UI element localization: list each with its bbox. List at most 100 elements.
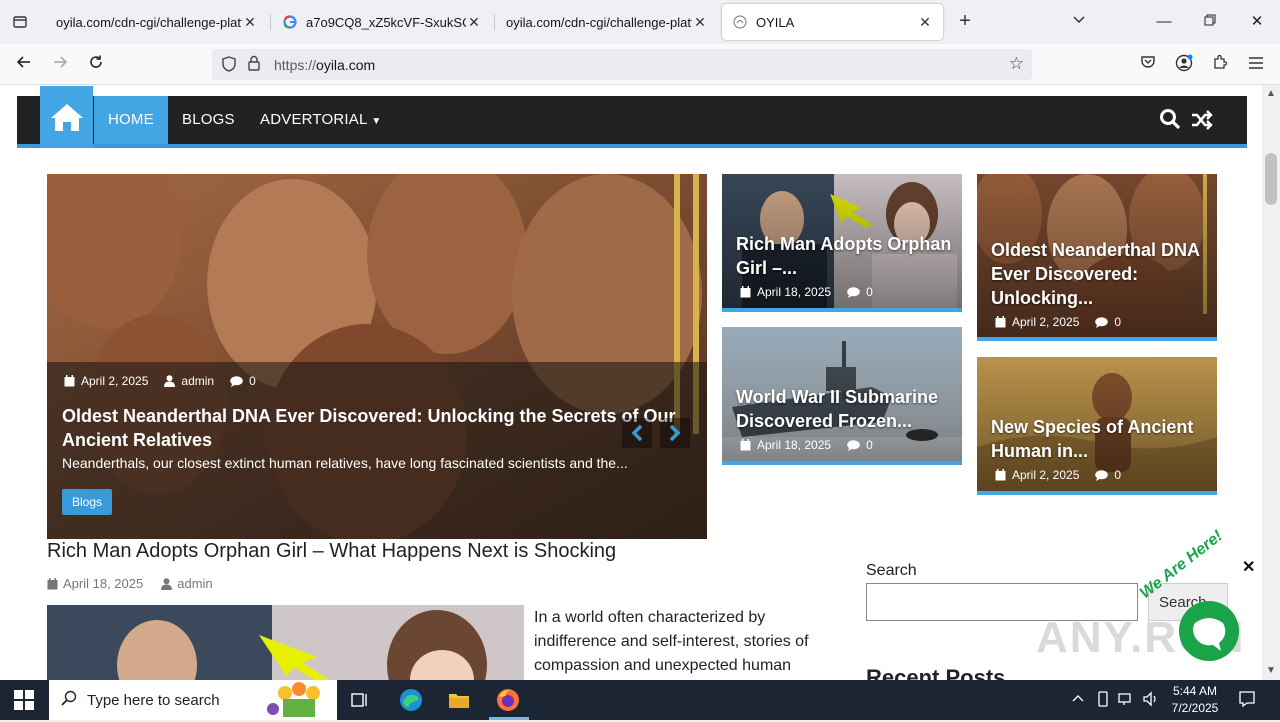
browser-tab-3[interactable]: oyila.com/cdn-cgi/challenge-platfor ✕ <box>496 4 718 40</box>
menu-hamburger-icon[interactable] <box>1245 54 1267 76</box>
taskbar-search-box[interactable]: Type here to search <box>49 680 337 720</box>
new-tab-icon[interactable]: + <box>954 10 976 34</box>
card-date: April 18, 2025 <box>740 285 831 299</box>
post-image-graphic <box>47 605 524 680</box>
featured-card-neanderthal[interactable]: Oldest Neanderthal DNA Ever Discovered: … <box>977 174 1217 341</box>
task-view-icon[interactable] <box>348 688 372 712</box>
featured-card-submarine[interactable]: World War II Submarine Discovered Frozen… <box>722 327 962 465</box>
close-icon[interactable]: ✕ <box>242 14 258 31</box>
url-bar[interactable]: https://oyila.com ☆ <box>212 49 1032 80</box>
page-scrollbar[interactable]: ▲ ▼ <box>1262 85 1280 680</box>
chat-close-icon[interactable]: ✕ <box>1242 557 1255 577</box>
card-title[interactable]: World War II Submarine Discovered Frozen… <box>736 385 956 433</box>
browser-tab-4-active[interactable]: OYILA ✕ <box>722 4 943 40</box>
card-meta: April 18, 2025 0 <box>740 438 883 452</box>
card-date: April 2, 2025 <box>995 468 1079 482</box>
comment-icon <box>847 439 860 451</box>
random-shuffle-icon[interactable] <box>1191 110 1213 135</box>
hero-comments[interactable]: 0 <box>230 374 256 388</box>
account-icon[interactable] <box>1173 54 1195 76</box>
card-comments[interactable]: 0 <box>847 285 873 299</box>
file-explorer-icon[interactable] <box>447 688 471 712</box>
restore-icon[interactable] <box>1198 10 1222 34</box>
card-title[interactable]: Rich Man Adopts Orphan Girl –... <box>736 232 956 280</box>
menu-item-blogs[interactable]: BLOGS <box>168 96 249 144</box>
comment-icon <box>847 286 860 298</box>
edge-browser-icon[interactable] <box>399 688 423 712</box>
usb-device-icon[interactable] <box>1096 691 1110 710</box>
reload-icon[interactable] <box>84 52 108 76</box>
post-image[interactable] <box>47 605 524 680</box>
windows-taskbar: Type here to search 5:44 AM 7/2/2025 <box>0 680 1280 720</box>
tray-overflow-icon[interactable] <box>1071 691 1085 706</box>
chevron-down-icon[interactable] <box>1072 12 1086 28</box>
card-comments-count: 0 <box>866 438 873 452</box>
window-close-icon[interactable]: ✕ <box>1245 10 1269 34</box>
tracking-shield-icon[interactable] <box>222 56 236 75</box>
tab-title: OYILA <box>756 14 795 30</box>
taskbar-clock[interactable]: 5:44 AM 7/2/2025 <box>1170 683 1220 717</box>
card-title[interactable]: New Species of Ancient Human in... <box>991 415 1211 463</box>
hero-author[interactable]: admin <box>164 374 214 388</box>
hero-comments-count: 0 <box>249 374 256 388</box>
hero-author-text: admin <box>181 374 215 388</box>
card-comments-count: 0 <box>1114 468 1122 482</box>
extensions-icon[interactable] <box>1209 54 1231 76</box>
card-comments-count: 0 <box>866 285 873 299</box>
recent-posts-heading: Recent Posts <box>866 665 1006 680</box>
post-author[interactable]: admin <box>161 576 213 591</box>
tab-list-icon[interactable] <box>8 10 32 34</box>
notifications-icon[interactable] <box>1238 690 1256 711</box>
card-comments-count: 0 <box>1114 315 1122 329</box>
calendar-icon <box>47 577 58 589</box>
hero-slider[interactable]: April 2, 2025 admin 0 Oldest Neanderthal… <box>47 174 707 539</box>
calendar-icon <box>740 439 751 451</box>
url-scheme: https:// <box>274 57 317 73</box>
google-icon <box>282 14 298 30</box>
windows-start-icon[interactable] <box>14 690 34 715</box>
menu-item-home[interactable]: HOME <box>94 96 168 144</box>
post-date-text: April 18, 2025 <box>63 576 144 591</box>
minimize-icon[interactable]: — <box>1152 10 1176 34</box>
bookmark-star-icon[interactable]: ☆ <box>1009 54 1024 74</box>
search-icon[interactable] <box>1159 108 1181 135</box>
chevron-left-icon <box>631 424 643 442</box>
comment-icon <box>1095 469 1109 481</box>
slider-prev-button[interactable] <box>622 418 652 448</box>
hero-title[interactable]: Oldest Neanderthal DNA Ever Discovered: … <box>62 404 682 452</box>
firefox-icon[interactable] <box>496 688 520 712</box>
browser-tab-2[interactable]: a7o9CQ8_xZ5kcVF-SxukSCX0hs ✕ <box>272 4 492 40</box>
card-title[interactable]: Oldest Neanderthal DNA Ever Discovered: … <box>991 238 1211 310</box>
close-icon[interactable]: ✕ <box>466 14 482 31</box>
hero-category-badge[interactable]: Blogs <box>62 489 113 515</box>
tab-title: oyila.com/cdn-cgi/challenge-platfor <box>506 14 692 30</box>
featured-card-rich-man[interactable]: Rich Man Adopts Orphan Girl –... April 1… <box>722 174 962 312</box>
card-comments[interactable]: 0 <box>1095 315 1121 329</box>
close-icon[interactable]: ✕ <box>917 14 933 31</box>
lock-icon[interactable] <box>248 55 260 74</box>
menu-item-advertorial[interactable]: ADVERTORIAL ▼ <box>246 96 395 144</box>
volume-icon[interactable] <box>1142 691 1160 710</box>
scrollbar-thumb[interactable] <box>1265 153 1277 205</box>
post-author-text: admin <box>177 576 213 591</box>
calendar-icon <box>64 375 75 387</box>
card-date-text: April 18, 2025 <box>757 438 832 452</box>
network-icon[interactable] <box>1118 691 1134 710</box>
pocket-icon[interactable] <box>1137 54 1159 76</box>
home-icon[interactable] <box>40 86 93 148</box>
slider-next-button[interactable] <box>660 418 690 448</box>
tab-title: a7o9CQ8_xZ5kcVF-SxukSCX0hs <box>306 14 466 30</box>
card-comments[interactable]: 0 <box>1095 468 1121 482</box>
post-title[interactable]: Rich Man Adopts Orphan Girl – What Happe… <box>47 540 616 563</box>
featured-card-ancient-human[interactable]: New Species of Ancient Human in... April… <box>977 357 1217 495</box>
close-icon[interactable]: ✕ <box>692 14 708 31</box>
card-date: April 18, 2025 <box>740 438 831 452</box>
scroll-down-icon[interactable]: ▼ <box>1266 665 1276 676</box>
chat-bubble-icon[interactable] <box>1179 601 1239 661</box>
scroll-up-icon[interactable]: ▲ <box>1266 88 1276 99</box>
card-meta: April 2, 2025 0 <box>995 468 1131 482</box>
browser-tab-1[interactable]: oyila.com/cdn-cgi/challenge-platfor ✕ <box>46 4 268 40</box>
forward-icon[interactable] <box>48 52 72 76</box>
back-icon[interactable] <box>12 52 36 76</box>
card-comments[interactable]: 0 <box>847 438 873 452</box>
